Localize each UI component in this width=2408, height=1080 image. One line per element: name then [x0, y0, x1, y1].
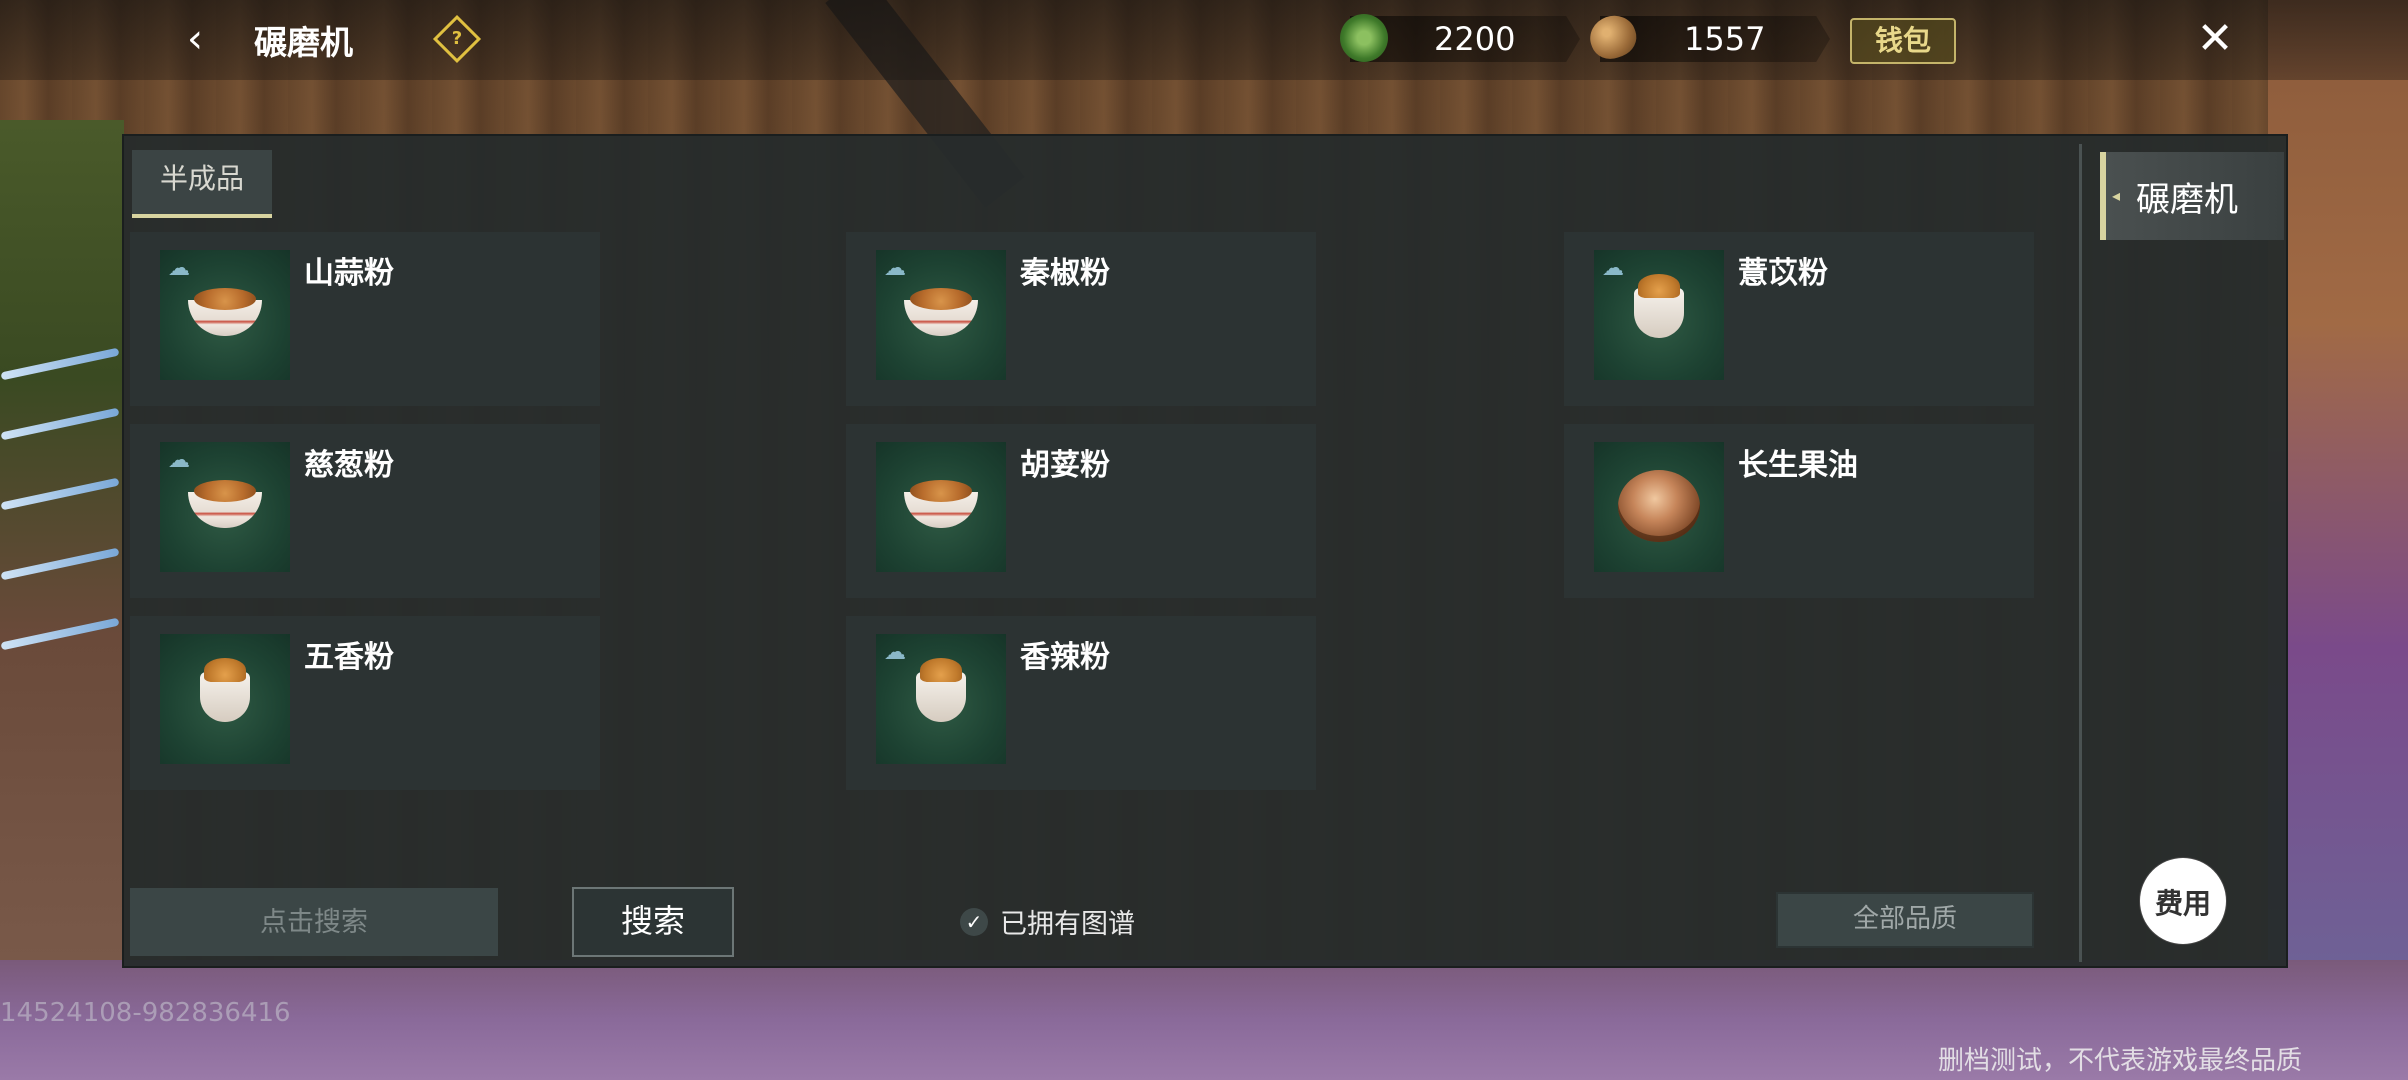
- item-name: 慈葱粉: [304, 448, 394, 483]
- currency-value: 2200: [1434, 20, 1516, 58]
- item-thumbnail: ☁: [160, 250, 290, 380]
- powder-bowl-icon: [188, 480, 262, 528]
- page-title: 碾磨机: [254, 23, 353, 62]
- powder-cup-icon: [1634, 274, 1684, 338]
- item-name: 五香粉: [304, 640, 394, 675]
- powder-bowl-icon: [904, 480, 978, 528]
- owned-recipes-toggle[interactable]: ✓ 已拥有图谱: [960, 902, 1135, 941]
- item-thumbnail: ☁: [1594, 250, 1724, 380]
- back-button[interactable]: ‹: [170, 14, 220, 64]
- rain-icon: ☁: [884, 256, 906, 281]
- rain-icon: ☁: [884, 640, 906, 665]
- item-name: 胡荽粉: [1020, 448, 1110, 483]
- player-uid: 14524108-982836416: [0, 998, 291, 1028]
- oil-bowl-icon: [1618, 470, 1700, 542]
- item-name: 山蒜粉: [304, 256, 394, 291]
- recipe-card[interactable]: 五香粉: [130, 616, 600, 790]
- arrow-icon: ◂: [2112, 186, 2121, 205]
- item-thumbnail: ☁: [876, 634, 1006, 764]
- cost-gear-button[interactable]: 费用: [2146, 864, 2220, 938]
- close-button[interactable]: ✕: [2190, 14, 2240, 64]
- recipe-card[interactable]: ☁ 山蒜粉: [130, 232, 600, 406]
- scene-spikes: [0, 340, 130, 680]
- recipe-card[interactable]: ☁ 秦椒粉: [846, 232, 1316, 406]
- checkmark-icon[interactable]: ✓: [960, 907, 988, 936]
- rain-icon: ☁: [168, 448, 190, 473]
- powder-cup-icon: [200, 658, 250, 722]
- item-thumbnail: [160, 634, 290, 764]
- panel-divider: [2079, 144, 2082, 962]
- side-tab-grinder[interactable]: ◂ 碾磨机: [2100, 152, 2284, 240]
- item-thumbnail: [1594, 442, 1724, 572]
- rain-icon: ☁: [1602, 256, 1624, 281]
- item-name: 长生果油: [1738, 448, 1858, 483]
- chevron-left-icon: ‹: [187, 16, 203, 62]
- search-input[interactable]: [130, 888, 498, 956]
- item-name: 薏苡粉: [1738, 256, 1828, 291]
- recipe-card[interactable]: ☁ 香辣粉: [846, 616, 1316, 790]
- owned-recipes-label: 已拥有图谱: [1000, 909, 1135, 940]
- cost-label: 费用: [2154, 887, 2211, 920]
- tab-semi-finished[interactable]: 半成品: [132, 150, 272, 218]
- powder-bowl-icon: [904, 288, 978, 336]
- recipe-card[interactable]: ☁ 薏苡粉: [1564, 232, 2034, 406]
- item-thumbnail: ☁: [160, 442, 290, 572]
- item-name: 香辣粉: [1020, 640, 1110, 675]
- powder-cup-icon: [916, 658, 966, 722]
- rain-icon: ☁: [168, 256, 190, 281]
- wallet-button[interactable]: 钱包: [1850, 18, 1956, 64]
- item-thumbnail: [876, 442, 1006, 572]
- recipe-card[interactable]: 长生果油: [1564, 424, 2034, 598]
- recipe-card[interactable]: ☁ 慈葱粉: [130, 424, 600, 598]
- green-coin-icon: [1340, 14, 1388, 62]
- crossed-swords-close-icon: ✕: [2196, 13, 2234, 64]
- item-name: 秦椒粉: [1020, 256, 1110, 291]
- powder-bowl-icon: [188, 288, 262, 336]
- test-disclaimer: 删档测试，不代表游戏最终品质: [1937, 1046, 2302, 1076]
- search-button[interactable]: 搜索: [572, 887, 734, 957]
- diamond-help-icon[interactable]: ?: [432, 14, 482, 64]
- side-tab-label: 碾磨机: [2136, 180, 2238, 220]
- scene-right: [2268, 0, 2408, 1080]
- quality-filter-select[interactable]: 全部品质: [1776, 892, 2034, 948]
- currency-value: 1557: [1684, 20, 1766, 58]
- item-thumbnail: ☁: [876, 250, 1006, 380]
- top-bar: ‹ 碾磨机 ? 2200 1557 钱包 ✕: [0, 0, 2408, 80]
- recipe-card[interactable]: 胡荽粉: [846, 424, 1316, 598]
